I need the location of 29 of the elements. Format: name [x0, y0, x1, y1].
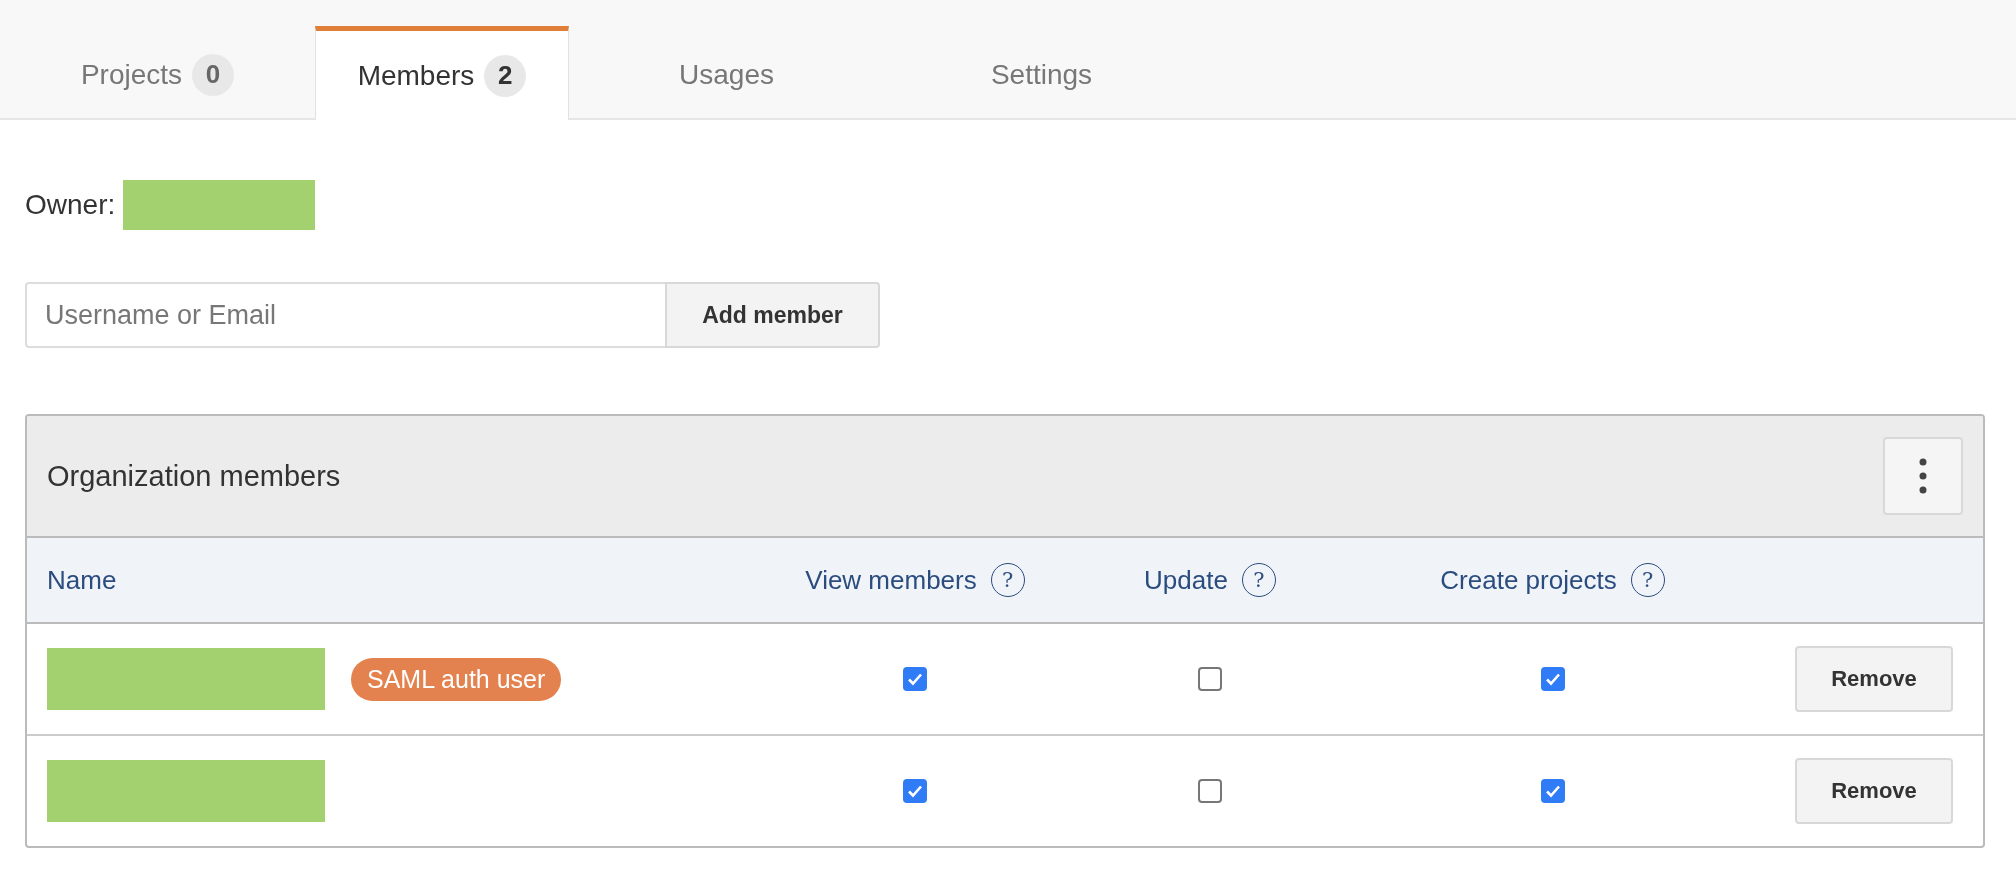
permission-checkbox[interactable]: [1540, 779, 1565, 803]
permission-checkbox[interactable]: [903, 667, 927, 691]
remove-button[interactable]: Remove: [1795, 646, 1953, 712]
checkmark-icon: [1544, 784, 1561, 798]
username-field[interactable]: Username or Email: [25, 282, 665, 348]
checkmark-icon: [907, 784, 923, 798]
owner-label: Owner:: [25, 189, 116, 221]
more-vertical-icon: [1919, 458, 1927, 494]
add-member-button[interactable]: Add member: [665, 282, 880, 348]
checkmark-icon: [1544, 672, 1561, 686]
remove-button[interactable]: Remove: [1795, 758, 1953, 824]
column-header: Create projects: [1440, 564, 1617, 596]
tab[interactable]: Members 2: [315, 26, 569, 120]
permission-checkbox[interactable]: [903, 779, 927, 803]
tab[interactable]: Settings: [884, 26, 1199, 118]
column-header: Update: [1144, 564, 1228, 596]
permission-checkbox[interactable]: [1540, 667, 1565, 691]
auth-badge: SAML auth user: [351, 657, 562, 701]
tab[interactable]: Projects 0: [0, 26, 315, 118]
column-header: View members: [805, 564, 977, 596]
count-badge: 0: [192, 53, 235, 96]
panel-title: Organization members: [47, 459, 341, 493]
checkmark-icon: [907, 672, 923, 686]
permission-checkbox[interactable]: [1198, 779, 1222, 803]
tab[interactable]: Usages: [569, 26, 884, 118]
column-header: Name: [47, 564, 117, 596]
count-badge: 2: [484, 54, 527, 97]
more-menu-button[interactable]: [1883, 437, 1963, 515]
permission-checkbox[interactable]: [1198, 667, 1222, 691]
